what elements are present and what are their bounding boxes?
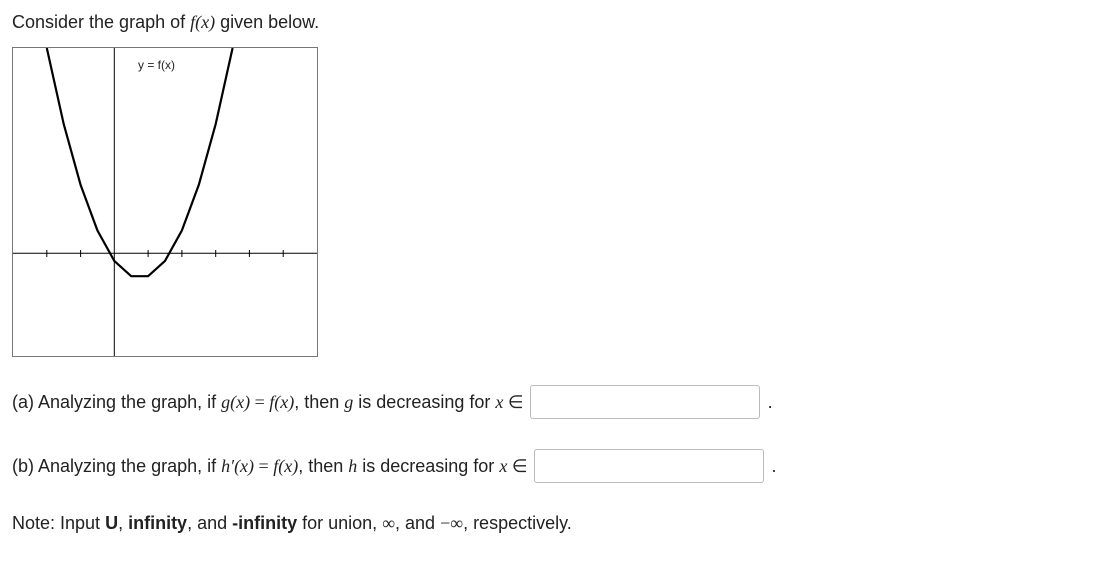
qa-after-eq: , then	[294, 392, 344, 412]
function-plot	[13, 48, 317, 356]
note-sep1: ,	[118, 513, 128, 533]
intro-prefix: Consider the graph of	[12, 12, 190, 32]
note-ninf: -infinity	[232, 513, 297, 533]
qa-eq-left: g(x)	[221, 392, 250, 412]
note-lead: Note: Input	[12, 513, 105, 533]
qa-prefix: (a) Analyzing the graph, if	[12, 392, 221, 412]
qb-prefix: (b) Analyzing the graph, if	[12, 456, 221, 476]
intro-text: Consider the graph of f(x) given below.	[12, 12, 1096, 33]
qa-eq-right: f(x)	[269, 392, 294, 412]
qb-tail: is decreasing for	[357, 456, 499, 476]
parabola-curve	[47, 48, 233, 276]
qa-text: (a) Analyzing the graph, if g(x) = f(x),…	[12, 392, 524, 413]
qa-eq-mid: =	[250, 392, 269, 412]
note-sep3: , and	[395, 513, 440, 533]
note-u: U	[105, 513, 118, 533]
answer-input-a[interactable]	[530, 385, 760, 419]
question-b-row: (b) Analyzing the graph, if h′(x) = f(x)…	[12, 449, 1096, 483]
note-end: , respectively.	[463, 513, 572, 533]
note-mid: for union,	[297, 513, 382, 533]
qb-dot: .	[772, 456, 777, 477]
answer-input-b[interactable]	[534, 449, 764, 483]
qb-after-eq: , then	[298, 456, 348, 476]
qb-fn: h	[348, 456, 357, 476]
note-text: Note: Input U, infinity, and -infinity f…	[12, 513, 1096, 534]
note-sep2: , and	[187, 513, 232, 533]
qa-tail: is decreasing for	[353, 392, 495, 412]
qb-eq-mid: =	[254, 456, 273, 476]
qb-eq-right: f(x)	[273, 456, 298, 476]
qb-text: (b) Analyzing the graph, if h′(x) = f(x)…	[12, 456, 528, 477]
qa-dot: .	[768, 392, 773, 413]
qa-fn: g	[344, 392, 353, 412]
graph-legend: y = f(x)	[138, 58, 175, 72]
note-inf: infinity	[128, 513, 187, 533]
qb-eq-left: h′(x)	[221, 456, 254, 476]
qb-in: ∈	[507, 456, 527, 476]
note-sym-inf: ∞	[382, 513, 395, 533]
graph-box: y = f(x)	[12, 47, 318, 357]
intro-func: f(x)	[190, 12, 215, 32]
note-sym-ninf: −∞	[440, 513, 463, 533]
question-a-row: (a) Analyzing the graph, if g(x) = f(x),…	[12, 385, 1096, 419]
qa-in: ∈	[503, 392, 523, 412]
intro-suffix: given below.	[215, 12, 319, 32]
